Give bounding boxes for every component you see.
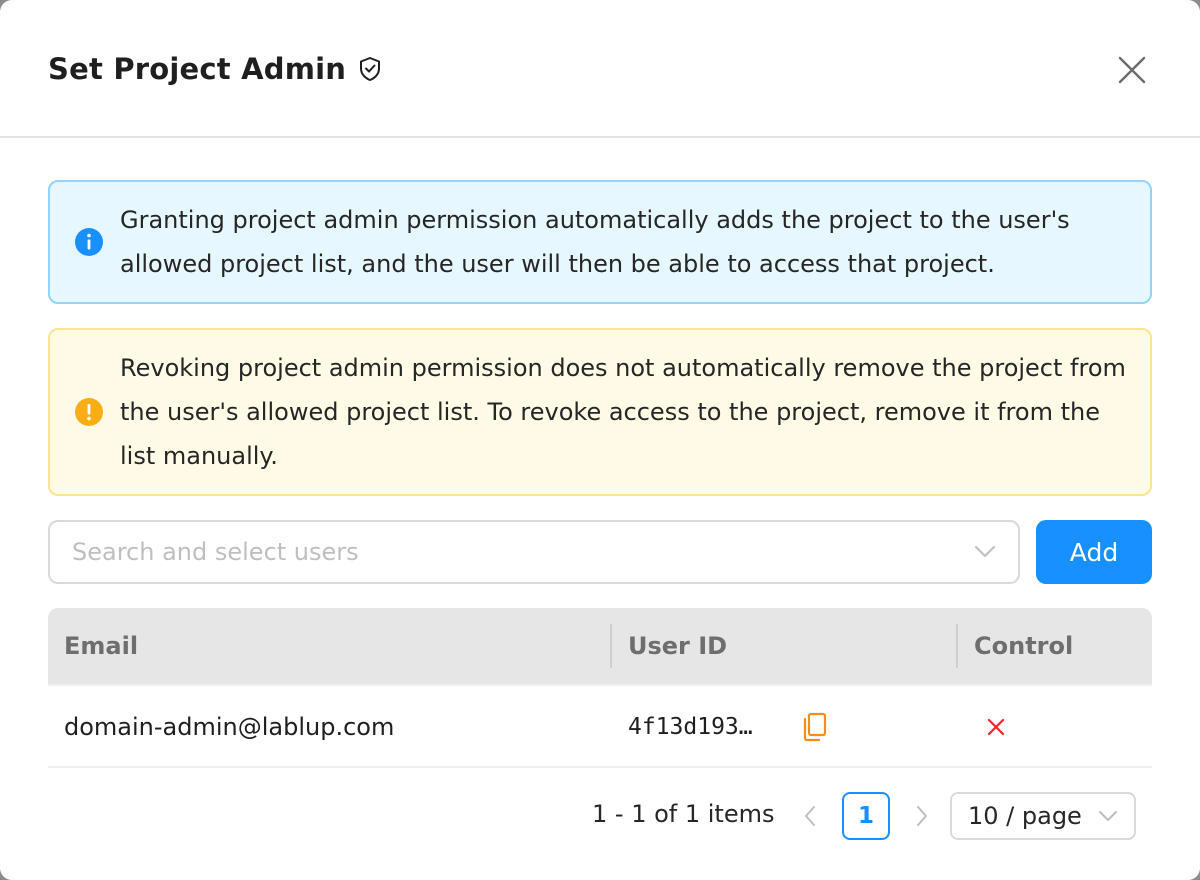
close-button[interactable] xyxy=(1116,54,1148,86)
chevron-down-icon xyxy=(1098,810,1118,822)
column-divider xyxy=(610,624,612,668)
copy-icon xyxy=(802,712,828,742)
dialog-title-text: Set Project Admin xyxy=(48,52,347,86)
column-divider xyxy=(956,624,958,668)
column-header-user-id: User ID xyxy=(628,632,728,660)
close-icon xyxy=(986,717,1006,737)
close-icon xyxy=(1118,56,1146,84)
column-header-control: Control xyxy=(974,632,1074,660)
add-button[interactable]: Add xyxy=(1036,520,1152,584)
table-row: domain-admin@lablup.com 4f13d193… xyxy=(48,686,1152,768)
set-project-admin-dialog: Set Project Admin Granting project admin… xyxy=(0,0,1200,880)
dialog-header: Set Project Admin xyxy=(0,0,1200,138)
page-size-value: 10 / page xyxy=(968,802,1082,830)
info-alert: Granting project admin permission automa… xyxy=(48,180,1152,304)
info-alert-text: Granting project admin permission automa… xyxy=(120,206,1070,278)
remove-user-button[interactable] xyxy=(986,686,1006,768)
prev-page-button[interactable] xyxy=(798,804,822,828)
copy-button[interactable] xyxy=(802,686,828,768)
pagination-total: 1 - 1 of 1 items xyxy=(592,800,775,828)
cell-email: domain-admin@lablup.com xyxy=(64,713,395,741)
page-size-select[interactable]: 10 / page xyxy=(950,792,1136,840)
table-header: Email User ID Control xyxy=(48,608,1152,686)
page-number-current[interactable]: 1 xyxy=(842,792,890,840)
exclamation-circle-icon xyxy=(74,397,104,427)
admin-table: Email User ID Control domain-admin@lablu… xyxy=(48,608,1152,768)
warning-alert-text: Revoking project admin permission does n… xyxy=(120,354,1126,470)
user-search-placeholder: Search and select users xyxy=(72,538,359,566)
column-header-email: Email xyxy=(64,632,139,660)
next-page-button[interactable] xyxy=(910,804,934,828)
shield-check-icon xyxy=(358,56,382,82)
info-circle-icon xyxy=(74,227,104,257)
chevron-down-icon xyxy=(974,545,996,559)
user-search-select[interactable]: Search and select users xyxy=(48,520,1020,584)
dialog-title: Set Project Admin xyxy=(48,52,382,86)
chevron-right-icon xyxy=(915,805,929,827)
warning-alert: Revoking project admin permission does n… xyxy=(48,328,1152,496)
cell-user-id: 4f13d193… xyxy=(628,714,753,740)
chevron-left-icon xyxy=(803,805,817,827)
pagination: 1 - 1 of 1 items 1 10 / page xyxy=(0,792,1200,840)
